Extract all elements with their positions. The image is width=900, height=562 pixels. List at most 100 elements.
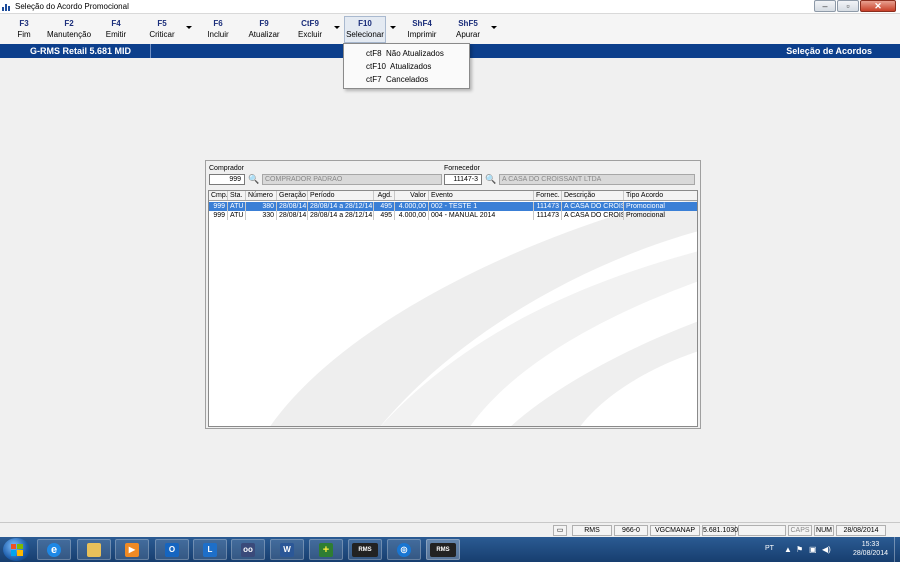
cell-fornec: 111473: [534, 202, 562, 211]
button-label: Incluir: [207, 30, 229, 39]
shortcut-key: F9: [259, 19, 269, 28]
selecionar-dropdown-caret[interactable]: [390, 26, 396, 29]
toolbar-incluir-button[interactable]: F6 Incluir: [200, 18, 236, 40]
toolbar-imprimir-button[interactable]: ShF4 Imprimir: [402, 18, 442, 40]
excluir-dropdown-caret[interactable]: [334, 26, 340, 29]
cell-geracao: 28/08/14: [279, 211, 308, 220]
network-icon[interactable]: ▣: [809, 545, 817, 554]
status-system: RMS: [572, 525, 612, 536]
minimize-button[interactable]: –: [814, 0, 836, 12]
table-header-row: Cmp. Sta. Número Geração Período Agd. Va…: [209, 191, 697, 201]
start-button[interactable]: [3, 538, 30, 561]
comprador-label: Comprador: [209, 165, 245, 172]
criticar-dropdown-caret[interactable]: [186, 26, 192, 29]
taskbar-app-oo[interactable]: oo: [231, 539, 265, 560]
cell-agd: 495: [374, 211, 395, 220]
column-header[interactable]: Período: [308, 191, 374, 200]
comprador-code-field[interactable]: 999: [209, 174, 245, 185]
volume-icon[interactable]: ◀): [822, 545, 831, 554]
column-header[interactable]: Descrição: [562, 191, 624, 200]
menu-item-cancelados[interactable]: ctF7 Cancelados: [344, 73, 469, 86]
column-header[interactable]: Sta.: [228, 191, 246, 200]
fornecedor-code-field[interactable]: 11147-3: [444, 174, 482, 185]
menu-label: Não Atualizados: [386, 49, 444, 58]
column-header[interactable]: Número: [246, 191, 277, 200]
shortcut-key: ShF5: [458, 19, 478, 28]
toolbar-atualizar-button[interactable]: F9 Atualizar: [244, 18, 284, 40]
cell-tipo-acordo: Promocional: [626, 203, 665, 210]
menu-label: Atualizados: [390, 62, 432, 71]
document-icon: ▭: [553, 525, 567, 536]
clock-time: 15:33: [861, 541, 880, 548]
shortcut-key: F3: [19, 19, 29, 28]
taskbar-explorer[interactable]: [77, 539, 111, 560]
clock[interactable]: 15:33 28/08/2014: [853, 540, 888, 558]
button-label: Excluir: [297, 30, 322, 39]
toolbar-criticar-button[interactable]: F5 Criticar: [144, 18, 180, 40]
cell-cmp: 999: [209, 211, 228, 220]
show-desktop-button[interactable]: [894, 537, 900, 562]
column-header[interactable]: Geração: [277, 191, 308, 200]
binoculars-search-icon[interactable]: 🔍: [485, 174, 496, 184]
column-header[interactable]: Valor: [395, 191, 429, 200]
taskbar-app-globe[interactable]: ◎: [387, 539, 421, 560]
status-caps: CAPS: [788, 525, 812, 536]
taskbar-media[interactable]: ▶: [115, 539, 149, 560]
toolbar-excluir-button[interactable]: CtF9 Excluir: [292, 18, 328, 40]
cell-descricao: A CASA DO CROISS: [564, 202, 624, 211]
taskbar-app-plus[interactable]: +: [309, 539, 343, 560]
toolbar: F3 Fim F2 Manutenção F4 Emitir F5 Critic…: [0, 14, 900, 44]
apurar-dropdown-caret[interactable]: [491, 26, 497, 29]
windows-logo-icon: [10, 543, 23, 556]
button-label: Fim: [17, 30, 31, 39]
column-header[interactable]: Agd.: [374, 191, 395, 200]
column-header[interactable]: Tipo Acordo: [624, 191, 697, 200]
cell-geracao: 28/08/14: [279, 202, 308, 211]
outlook-icon: O: [165, 542, 179, 557]
window-title: Seleção do Acordo Promocional: [15, 2, 129, 11]
button-label: Imprimir: [407, 30, 437, 39]
toolbar-fim-button[interactable]: F3 Fim: [6, 18, 42, 40]
cell-evento: 004 - MANUAL 2014: [429, 211, 534, 220]
taskbar-rms-2-active[interactable]: RMS: [426, 539, 460, 560]
column-header[interactable]: Evento: [429, 191, 534, 200]
taskbar-outlook[interactable]: O: [155, 539, 189, 560]
button-label: Emitir: [105, 30, 127, 39]
taskbar-ie[interactable]: e: [37, 539, 71, 560]
flag-icon[interactable]: ⚑: [796, 545, 803, 554]
comprador-name-field: COMPRADOR PADRAO: [262, 174, 442, 185]
cell-valor: 4.000,00: [395, 211, 429, 220]
maximize-button[interactable]: ▫: [837, 0, 859, 12]
table-row-selected[interactable]: 999 ATU 380 28/08/14 28/08/14 a 28/12/14…: [209, 202, 697, 211]
rms-icon: RMS: [352, 542, 378, 557]
taskbar-rms-1[interactable]: RMS: [348, 539, 382, 560]
taskbar-lync[interactable]: L: [193, 539, 227, 560]
header-divider: [150, 44, 151, 58]
toolbar-apurar-button[interactable]: ShF5 Apurar: [450, 18, 486, 40]
taskbar-word[interactable]: W: [270, 539, 304, 560]
toolbar-manutencao-button[interactable]: F2 Manutenção: [44, 18, 94, 40]
status-bar: ▭ RMS 966-0 VGCMANAP 5.681.1030 CAPS NUM…: [0, 522, 900, 537]
close-button[interactable]: ✕: [860, 0, 896, 12]
cell-periodo: 28/08/14 a 28/12/14: [310, 211, 374, 220]
title-bar: Seleção do Acordo Promocional – ▫ ✕: [0, 0, 900, 14]
cell-valor: 4.000,00: [395, 202, 429, 211]
language-indicator[interactable]: PT: [765, 545, 774, 552]
column-header[interactable]: Fornec.: [534, 191, 562, 200]
watermark-swoosh-icon: [270, 200, 697, 426]
button-label: Atualizar: [248, 30, 280, 39]
binoculars-search-icon[interactable]: 🔍: [248, 174, 259, 184]
toolbar-emitir-button[interactable]: F4 Emitir: [98, 18, 134, 40]
tray-expand-icon[interactable]: ▲: [784, 545, 792, 554]
menu-item-atualizados[interactable]: ctF10 Atualizados: [344, 60, 469, 73]
column-header[interactable]: Cmp.: [209, 191, 228, 200]
toolbar-selecionar-button[interactable]: F10 Selecionar: [344, 16, 386, 43]
table-row[interactable]: 999 ATU 330 28/08/14 28/08/14 a 28/12/14…: [209, 211, 697, 220]
status-user: VGCMANAP: [650, 525, 700, 536]
shortcut-key: F4: [111, 19, 121, 28]
menu-shortcut: ctF10: [366, 62, 387, 71]
clock-date: 28/08/2014: [852, 550, 888, 557]
status-version: 5.681.1030: [702, 525, 739, 536]
media-player-icon: ▶: [125, 542, 139, 557]
menu-item-nao-atualizados[interactable]: ctF8 Não Atualizados: [344, 47, 469, 60]
